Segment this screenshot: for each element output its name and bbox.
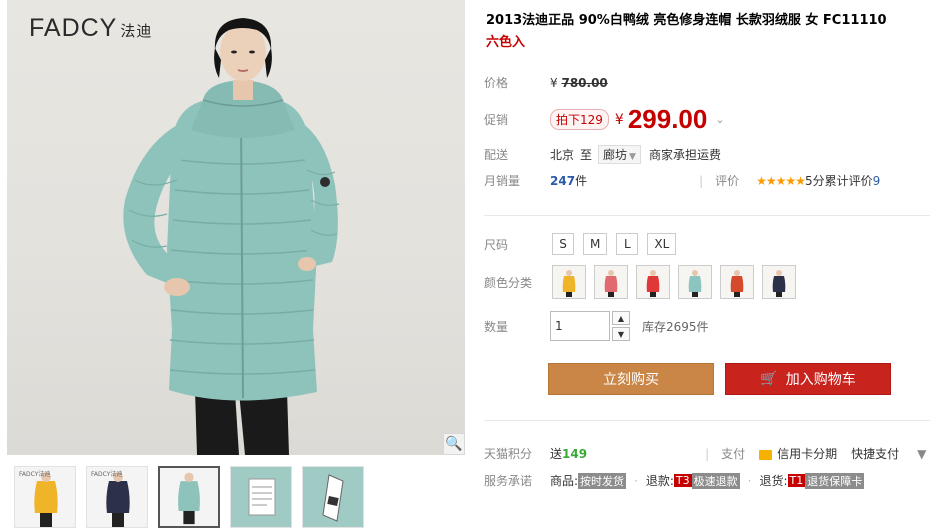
- caret-down-icon[interactable]: ▼: [917, 447, 926, 461]
- thumbnail-detail-label[interactable]: [230, 466, 292, 528]
- color-swatch[interactable]: [720, 265, 754, 299]
- points-row: 天猫积分 送 149 | 支付 信用卡分期 快捷支付 ▼: [484, 445, 927, 462]
- price-label: 价格: [484, 76, 509, 90]
- promo-label: 促销: [484, 113, 509, 127]
- original-price: ¥ 780.00: [550, 75, 608, 90]
- divider: [484, 215, 930, 216]
- on-time-delivery-badge[interactable]: 按时发货: [578, 472, 627, 489]
- add-to-cart-button[interactable]: 🛒 加入购物车: [725, 363, 891, 395]
- rating-label: 评价: [715, 174, 740, 188]
- thumb-model: [178, 472, 200, 525]
- fast-refund-badge[interactable]: 极速退款: [691, 472, 740, 489]
- points-value: 149: [562, 446, 588, 461]
- quantity-label: 数量: [484, 319, 509, 334]
- quantity-row: 数量 ▲ ▼ 库存2695件: [484, 311, 709, 341]
- caret-down-icon: ▼: [629, 152, 636, 162]
- size-option-m[interactable]: M: [583, 233, 608, 255]
- buy-now-button[interactable]: 立刻购买: [548, 363, 714, 395]
- sales-row: 月销量 247 件 | 评价 ★★★★★ 5分累计评价9: [484, 172, 881, 189]
- sales-label: 月销量: [484, 174, 521, 188]
- thumbnail-yellow[interactable]: FADCY法迪: [14, 466, 76, 528]
- thumbnail-strip: FADCY法迪 FADCY法迪: [14, 466, 364, 528]
- stock-count: 库存2695件: [642, 319, 709, 334]
- promo-price: 299.00: [627, 104, 708, 134]
- color-swatch[interactable]: [552, 265, 586, 299]
- thumb-label: [248, 478, 276, 516]
- service-label: 服务承诺: [484, 474, 533, 488]
- credit-card-icon: [759, 449, 773, 460]
- quantity-stepper: ▲ ▼: [612, 311, 630, 341]
- quick-pay[interactable]: 快捷支付: [851, 445, 899, 462]
- service-row: 服务承诺 商品: 按时发货 · 退款: T3 极速退款 · 退货: T1 退货保…: [484, 472, 865, 489]
- quantity-input[interactable]: [550, 311, 610, 341]
- size-option-xl[interactable]: XL: [647, 233, 677, 255]
- color-swatch[interactable]: [678, 265, 712, 299]
- thumbnail-teal[interactable]: [158, 466, 220, 528]
- thumb-tag: [322, 474, 344, 522]
- size-option-s[interactable]: S: [552, 233, 574, 255]
- points-label: 天猫积分: [484, 447, 533, 461]
- main-product-image[interactable]: FADCY 法迪 🔍: [7, 0, 465, 455]
- product-title: 2013法迪正品 90%白鸭绒 亮色修身连帽 长款羽绒服 女 FC11110 六…: [486, 10, 926, 54]
- chevron-down-icon[interactable]: ⌄: [715, 113, 724, 126]
- decrease-icon[interactable]: ▼: [612, 327, 630, 341]
- shipping-row: 配送 北京 至 廊坊 ▼ 商家承担运费: [484, 145, 721, 164]
- thumbnail-detail-tag[interactable]: [302, 466, 364, 528]
- promo-tag: 拍下129: [550, 109, 609, 130]
- thumbnail-navy[interactable]: FADCY法迪: [86, 466, 148, 528]
- rating-text[interactable]: 5分累计评价9: [805, 172, 880, 189]
- increase-icon[interactable]: ▲: [612, 311, 630, 325]
- color-swatch[interactable]: [762, 265, 796, 299]
- shipping-label: 配送: [484, 148, 509, 162]
- shipping-note: 商家承担运费: [648, 148, 721, 162]
- credit-installment[interactable]: 信用卡分期: [777, 445, 837, 462]
- destination-select[interactable]: 廊坊 ▼: [598, 145, 641, 164]
- color-swatch[interactable]: [594, 265, 628, 299]
- size-option-l[interactable]: L: [616, 233, 639, 255]
- size-label: 尺码: [484, 237, 509, 252]
- pay-label: 支付: [721, 447, 746, 461]
- divider: [484, 420, 930, 421]
- star-rating-icon: ★★★★★: [756, 173, 806, 188]
- price-row: 价格 ¥ 780.00: [484, 74, 608, 91]
- size-row: 尺码 S M L XL: [484, 233, 677, 255]
- promo-row: 促销 拍下129 ¥ 299.00 ⌄: [484, 104, 725, 134]
- color-row: 颜色分类: [484, 265, 796, 299]
- product-subtitle: 六色入: [486, 35, 526, 50]
- color-swatch[interactable]: [636, 265, 670, 299]
- return-guarantee-badge[interactable]: 退货保障卡: [805, 472, 865, 489]
- color-label: 颜色分类: [484, 275, 533, 290]
- model-photo: [123, 18, 340, 455]
- cart-icon: 🛒: [760, 371, 778, 387]
- sales-count: 247: [550, 173, 576, 188]
- magnifier-icon[interactable]: 🔍: [443, 433, 465, 455]
